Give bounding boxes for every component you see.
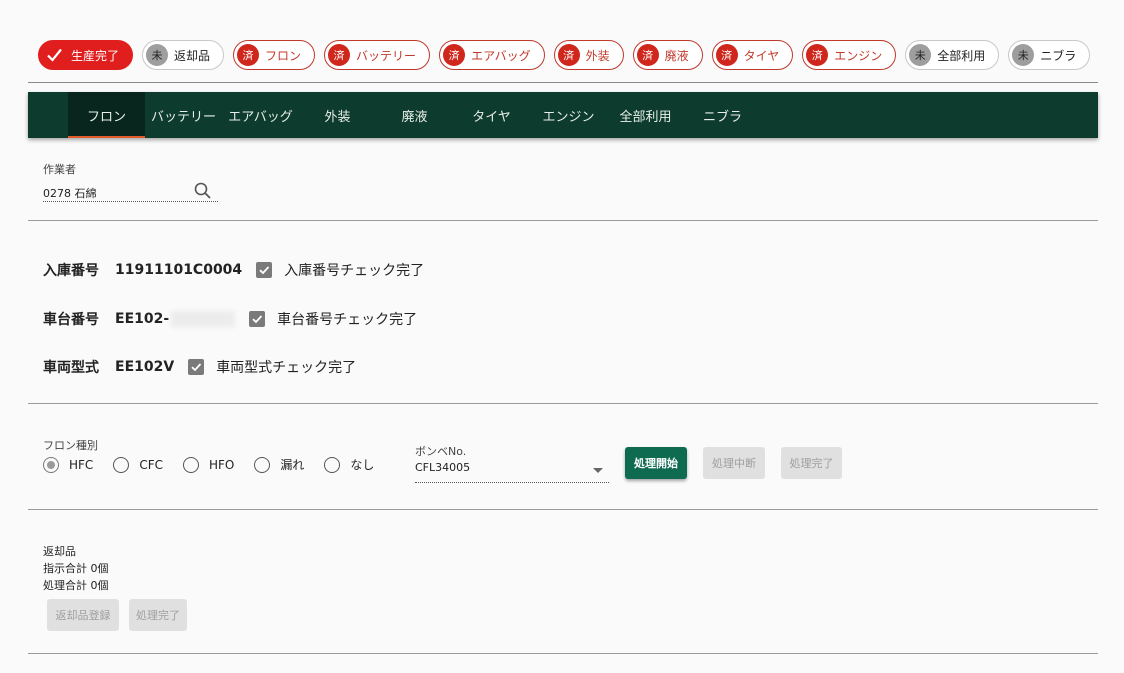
pause-process-button[interactable]: 処理中断	[703, 447, 765, 479]
register-returns-button[interactable]: 返却品登録	[47, 599, 119, 631]
worker-label: 作業者	[43, 163, 76, 176]
chassis-check-label: 車台番号チェック完了	[277, 312, 418, 328]
divider	[28, 82, 1098, 83]
cylinder-number-select[interactable]: CFL34005	[415, 460, 609, 483]
status-chip-waste-fluid[interactable]: 済 廃液	[632, 40, 703, 70]
complete-process-button[interactable]: 処理完了	[781, 447, 842, 479]
status-chip-avatar: 未	[146, 44, 169, 66]
radio-option-leak[interactable]: 漏れ	[254, 456, 304, 473]
freon-type-radio-group: HFC CFC HFO 漏れ なし	[43, 456, 394, 473]
status-chip-label: フロン	[265, 48, 302, 63]
chassis-check-checkbox[interactable]	[249, 311, 266, 327]
worker-field[interactable]: 0278 石綿	[43, 181, 218, 205]
status-chip-label: タイヤ	[743, 48, 780, 63]
status-chip-engine[interactable]: 済 エンジン	[802, 40, 897, 70]
returns-complete-button[interactable]: 処理完了	[129, 599, 187, 631]
radio-button[interactable]	[324, 456, 341, 473]
tab-full-use[interactable]: 全部利用	[607, 92, 684, 138]
status-chip-label: 外装	[585, 48, 610, 63]
receipt-check-checkbox[interactable]	[256, 262, 273, 278]
receipt-check-label: 入庫番号チェック完了	[284, 263, 425, 279]
worker-section: 作業者 0278 石綿	[28, 150, 1098, 221]
status-chip-avatar: 未	[909, 44, 932, 66]
tab-battery[interactable]: バッテリー	[145, 92, 222, 138]
radio-label: 漏れ	[280, 458, 305, 472]
radio-label: CFC	[139, 457, 163, 472]
start-process-button[interactable]: 処理開始	[625, 447, 687, 479]
radio-button[interactable]	[254, 456, 271, 473]
radio-option-hfo[interactable]: HFO	[182, 456, 235, 473]
vehicle-info-section: 入庫番号 11911101C0004 入庫番号チェック完了 車台番号 EE102…	[28, 236, 1098, 404]
status-chip-label: 廃液	[664, 48, 689, 63]
freon-process-section: フロン種別 HFC CFC HFO 漏れ なし ボンベNo. CFL34005 …	[28, 418, 1098, 510]
status-chip-label: 返却品	[174, 48, 211, 63]
tab-engine[interactable]: エンジン	[530, 92, 607, 138]
status-chip-avatar: 済	[557, 44, 580, 66]
chassis-number-value: EE102-	[115, 311, 170, 327]
radio-label: HFO	[208, 457, 235, 472]
check-icon	[45, 44, 63, 66]
model-check-label: 車両型式チェック完了	[216, 360, 357, 376]
status-chip-label: エアバッグ	[471, 48, 531, 63]
tab-freon[interactable]: フロン	[68, 92, 145, 138]
status-chip-airbag[interactable]: 済 エアバッグ	[439, 40, 545, 70]
chassis-number-row: 車台番号 EE102- 車台番号チェック完了	[43, 309, 417, 329]
tab-tire[interactable]: タイヤ	[453, 92, 530, 138]
radio-button[interactable]	[113, 456, 130, 473]
status-chip-bar: 生産完了 未 返却品 済 フロン 済 バッテリー 済 エアバッグ 済 外装 済 …	[38, 40, 1091, 72]
status-chip-avatar: 済	[715, 44, 738, 66]
status-chip-avatar: 済	[806, 44, 829, 66]
vehicle-model-label: 車両型式	[43, 360, 99, 376]
cylinder-number-value: CFL34005	[415, 461, 471, 474]
vehicle-model-row: 車両型式 EE102V 車両型式チェック完了	[43, 357, 356, 377]
tab-waste-fluid[interactable]: 廃液	[376, 92, 453, 138]
model-check-checkbox[interactable]	[188, 359, 205, 375]
process-tab-bar: フロン バッテリー エアバッグ 外装 廃液 タイヤ エンジン 全部利用 ニブラ	[28, 92, 1098, 138]
status-chip-returns[interactable]: 未 返却品	[142, 40, 225, 70]
status-chip-avatar: 済	[328, 44, 351, 66]
status-chip-label: バッテリー	[356, 48, 417, 63]
status-chip-full-use[interactable]: 未 全部利用	[905, 40, 1000, 70]
status-chip-exterior[interactable]: 済 外装	[553, 40, 624, 70]
status-chip-battery[interactable]: 済 バッテリー	[324, 40, 431, 70]
radio-option-hfc[interactable]: HFC	[43, 456, 94, 473]
processed-total: 処理合計 0個	[43, 579, 109, 592]
status-chip-label: エンジン	[834, 48, 883, 63]
radio-option-none[interactable]: なし	[324, 456, 374, 473]
status-chip-avatar: 済	[636, 44, 659, 66]
freon-type-label: フロン種別	[43, 439, 98, 452]
instruction-total: 指示合計 0個	[43, 562, 109, 575]
radio-button[interactable]	[182, 456, 199, 473]
radio-option-cfc[interactable]: CFC	[113, 456, 163, 473]
status-chip-production-complete[interactable]: 生産完了	[38, 40, 134, 70]
vehicle-model-value: EE102V	[115, 359, 175, 375]
caret-down-icon[interactable]	[593, 468, 603, 473]
radio-label: なし	[350, 458, 375, 472]
status-chip-avatar: 済	[443, 44, 466, 66]
worker-value: 0278 石綿	[43, 187, 97, 200]
status-chip-avatar: 済	[237, 44, 260, 66]
status-chip-label: 生産完了	[71, 48, 120, 63]
status-chip-label: ニブラ	[1040, 48, 1077, 63]
tab-exterior[interactable]: 外装	[299, 92, 376, 138]
status-chip-nibbler[interactable]: 未 ニブラ	[1008, 40, 1091, 70]
returns-section: 返却品 指示合計 0個 処理合計 0個 返却品登録 処理完了	[28, 523, 1098, 654]
status-chip-freon[interactable]: 済 フロン	[233, 40, 316, 70]
redacted-mask	[171, 311, 236, 327]
receipt-number-label: 入庫番号	[43, 263, 99, 279]
tab-nibbler[interactable]: ニブラ	[684, 92, 761, 138]
search-icon[interactable]	[193, 181, 213, 205]
receipt-number-row: 入庫番号 11911101C0004 入庫番号チェック完了	[43, 260, 424, 280]
cylinder-number-label: ボンベNo.	[415, 445, 467, 458]
radio-label: HFC	[69, 457, 94, 472]
chassis-number-label: 車台番号	[43, 312, 99, 328]
status-chip-avatar: 未	[1012, 44, 1035, 66]
tab-airbag[interactable]: エアバッグ	[222, 92, 299, 138]
status-chip-tire[interactable]: 済 タイヤ	[711, 40, 794, 70]
returns-title: 返却品	[43, 545, 76, 558]
receipt-number-value: 11911101C0004	[115, 262, 243, 278]
status-chip-label: 全部利用	[937, 48, 986, 63]
radio-button[interactable]	[43, 456, 59, 473]
